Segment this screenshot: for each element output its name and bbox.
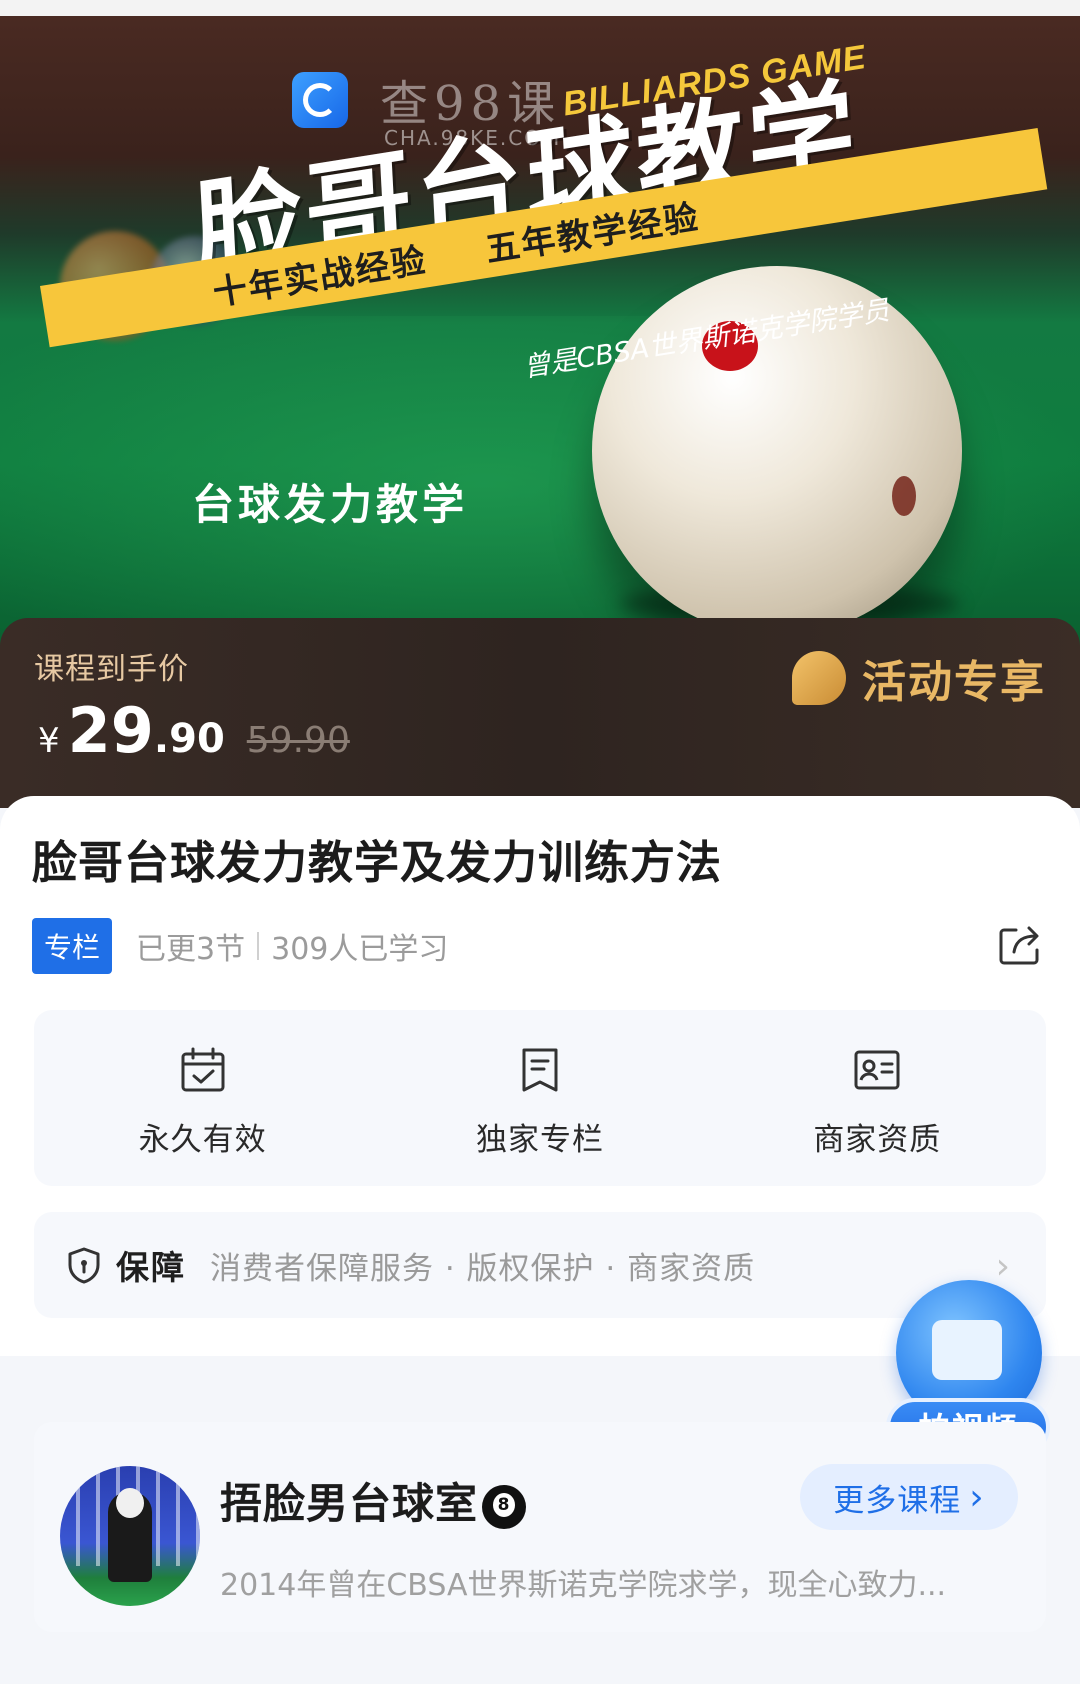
- author-description: 2014年曾在CBSA世界斯诺克学院求学，现全心致力...: [220, 1568, 947, 1603]
- shield-icon: [68, 1247, 100, 1284]
- price-label: 课程到手价: [34, 652, 189, 687]
- course-banner: 查98课 CHA.98KE.COM BILLIARDS GAME 脸哥台球教学 …: [0, 16, 1080, 656]
- banner-subtitle: 台球发力教学: [192, 480, 469, 529]
- course-meta-row: 专栏 已更3节 309人已学习: [32, 918, 448, 974]
- price-decimal: .90: [153, 716, 225, 762]
- id-card-icon: [854, 1050, 900, 1090]
- more-courses-button[interactable]: 更多课程 ›: [800, 1464, 1018, 1530]
- currency-symbol: ¥: [38, 721, 60, 761]
- calendar-check-icon: [181, 1047, 225, 1092]
- avatar[interactable]: [60, 1466, 200, 1606]
- updated-count: 已更3节: [136, 932, 246, 967]
- guarantee-items: 消费者保障服务 · 版权保护 · 商家资质: [210, 1250, 756, 1287]
- feature-label: 商家资质: [813, 1122, 942, 1158]
- course-info-card: 脸哥台球发力教学及发力训练方法 专栏 已更3节 309人已学习 永久有效 独家专…: [0, 796, 1080, 1356]
- original-price: 59.90: [246, 720, 350, 761]
- briefcase-icon: [932, 1320, 1002, 1380]
- guarantee-title: 保障: [116, 1248, 186, 1287]
- price-integer: 29: [67, 694, 154, 767]
- author-name: 捂脸男台球室: [220, 1470, 527, 1531]
- feature-qualification[interactable]: 商家资质: [709, 1010, 1046, 1186]
- learner-count: 309人已学习: [271, 932, 449, 967]
- feature-label: 独家专栏: [475, 1122, 604, 1158]
- promo-badge: 活动专享: [792, 646, 1046, 710]
- author-card[interactable]: 捂脸男台球室 更多课程 › 2014年曾在CBSA世界斯诺克学院求学，现全心致力…: [34, 1422, 1046, 1632]
- watermark-logo-icon: [292, 72, 348, 128]
- share-icon[interactable]: [996, 920, 1044, 968]
- feature-box: 永久有效 独家专栏 商家资质: [34, 1010, 1046, 1186]
- author-name-text: 捂脸男台球室: [220, 1479, 479, 1528]
- promo-bird-icon: [792, 651, 846, 705]
- more-courses-label: 更多课程: [833, 1482, 962, 1519]
- price-row: ¥ 29 .90 59.90: [38, 694, 350, 767]
- bookmark-icon: [522, 1048, 558, 1092]
- cue-ball-mark: [892, 476, 916, 516]
- eight-ball-icon: [482, 1484, 527, 1529]
- feature-exclusive[interactable]: 独家专栏: [371, 1010, 708, 1186]
- feature-permanent[interactable]: 永久有效: [34, 1010, 371, 1186]
- price-band: 课程到手价 ¥ 29 .90 59.90 活动专享: [0, 618, 1080, 808]
- column-badge: 专栏: [32, 918, 113, 974]
- promo-text: 活动专享: [862, 657, 1046, 708]
- meta-divider: [257, 932, 260, 960]
- chevron-right-icon: ›: [969, 1476, 985, 1518]
- course-title: 脸哥台球发力教学及发力训练方法: [32, 836, 723, 889]
- feature-label: 永久有效: [138, 1122, 267, 1158]
- course-detail-page: 查98课 CHA.98KE.COM BILLIARDS GAME 脸哥台球教学 …: [0, 0, 1080, 1684]
